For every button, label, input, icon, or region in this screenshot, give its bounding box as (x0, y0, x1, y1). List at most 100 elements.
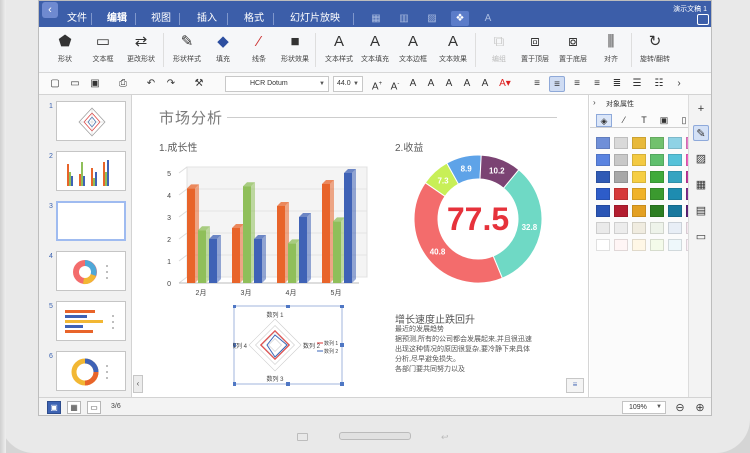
slide-thumbnail-1[interactable]: 1 (39, 99, 132, 145)
save-icon[interactable]: ▣ (87, 76, 103, 92)
normal-view-icon[interactable]: ▣ (47, 401, 61, 414)
color-swatch[interactable] (614, 188, 628, 200)
add-icon[interactable]: + (693, 101, 709, 117)
menu-view[interactable]: 视图 (151, 13, 171, 25)
collapse-panel-icon[interactable]: ‹ (133, 375, 143, 393)
color-swatch[interactable] (632, 222, 646, 234)
line-spacing-icon[interactable]: ☰ (629, 76, 645, 92)
slide-title[interactable]: 市场分析 (159, 107, 223, 128)
shape-style-button[interactable]: ✎ 形状样式 (167, 30, 207, 70)
revenue-section-title[interactable]: 2.收益 (395, 139, 423, 154)
slide-thumbnail-4[interactable]: 4 (39, 249, 132, 295)
color-swatch[interactable] (668, 239, 682, 251)
color-swatch[interactable] (632, 205, 646, 217)
color-swatch[interactable] (650, 188, 664, 200)
shape-effect-button[interactable]: ■ 形状效果 (275, 30, 315, 70)
color-swatch[interactable] (632, 239, 646, 251)
color-swatch[interactable] (614, 222, 628, 234)
text-effect-button[interactable]: A 文本效果 (433, 30, 473, 70)
color-swatch[interactable] (596, 188, 610, 200)
send-back-button[interactable]: ⧇ 置于底层 (553, 30, 593, 70)
image-tool-icon[interactable]: ▨ (423, 11, 441, 26)
font-family-select[interactable]: HCR Dotum ▼ (225, 76, 329, 92)
text-headline[interactable]: 增长速度止跌回升 (395, 311, 475, 326)
slide-canvas[interactable]: 市场分析 1.成长性 2.收益 0 1 2 3 4 5 2月 3月 4月 5月 32.8 40.8 7… (133, 95, 589, 397)
fill-button[interactable]: ◆ 填充 (203, 30, 243, 70)
rotate-button[interactable]: ↻ 旋转/翻转 (635, 30, 675, 70)
font-color-a-icon[interactable]: A (405, 76, 421, 92)
zoom-out-icon[interactable]: ⊖ (673, 401, 687, 415)
collapse-right-icon[interactable]: › (593, 98, 596, 107)
radar-chart[interactable]: 数列 1数列 2数列 3数列 4数列 1数列 2 (233, 305, 345, 387)
align-button[interactable]: ⫼ 对齐 (591, 30, 631, 70)
menu-edit[interactable]: 编辑 (107, 13, 127, 25)
color-swatch[interactable] (632, 188, 646, 200)
print-icon[interactable]: ⎙ (115, 76, 131, 92)
table-tool-icon[interactable]: ▦ (367, 11, 385, 26)
bar-chart[interactable]: 0 1 2 3 4 5 2月 3月 4月 5月 (153, 155, 383, 305)
format-painter-icon[interactable]: ⚒ (191, 76, 207, 92)
color-swatch[interactable] (596, 205, 610, 217)
color-swatch[interactable] (614, 171, 628, 183)
color-swatch[interactable] (668, 205, 682, 217)
chart-props-icon[interactable]: ▦ (693, 177, 709, 193)
color-swatch[interactable] (614, 205, 628, 217)
donut-chart[interactable]: 32.8 40.8 7.3 8.9 10.2 77.5 (403, 153, 553, 283)
color-swatch[interactable] (596, 171, 610, 183)
menu-format[interactable]: 格式 (244, 13, 264, 25)
textart-tool-icon[interactable]: A (479, 11, 497, 26)
comment-icon[interactable]: ▭ (693, 229, 709, 245)
color-swatch[interactable] (650, 222, 664, 234)
menu-slideshow[interactable]: 幻灯片放映 (290, 13, 340, 25)
device-menu-key[interactable] (297, 433, 308, 441)
restore-window-icon[interactable] (697, 14, 709, 25)
text-fill-button[interactable]: A 文本填充 (355, 30, 395, 70)
color-swatch[interactable] (614, 137, 628, 149)
font-color-icon[interactable]: A▾ (497, 76, 513, 92)
device-home-button[interactable] (339, 432, 411, 440)
shape-button[interactable]: ⬟ 形状 (45, 30, 85, 70)
shape-tool-icon[interactable]: ❖ (451, 11, 469, 26)
bring-front-button[interactable]: ⧈ 置于顶层 (515, 30, 555, 70)
slide-thumbnail-5[interactable]: 5 (39, 299, 132, 345)
color-swatch[interactable] (596, 154, 610, 166)
textbox-button[interactable]: ▭ 文本框 (83, 30, 123, 70)
zoom-in-icon[interactable]: ⊕ (693, 401, 707, 415)
image-props-icon[interactable]: ▨ (693, 151, 709, 167)
color-swatch[interactable] (632, 137, 646, 149)
redo-icon[interactable]: ↷ (163, 76, 179, 92)
text-style-button[interactable]: A 文本样式 (319, 30, 359, 70)
align-left-icon[interactable]: ≡ (529, 76, 545, 92)
text-border-button[interactable]: A 文本边框 (393, 30, 433, 70)
justify-icon[interactable]: ≡ (589, 76, 605, 92)
color-swatch[interactable] (668, 137, 682, 149)
format-shape-icon[interactable]: ✎ (693, 125, 709, 141)
color-swatch[interactable] (668, 154, 682, 166)
menu-insert[interactable]: 插入 (197, 13, 217, 25)
color-swatch[interactable] (614, 154, 628, 166)
slideshow-icon[interactable]: ▭ (87, 401, 101, 414)
growth-section-title[interactable]: 1.成长性 (159, 139, 197, 154)
align-center-icon[interactable]: ≡ (549, 76, 565, 92)
align-right-icon[interactable]: ≡ (569, 76, 585, 92)
undo-icon[interactable]: ↶ (143, 76, 159, 92)
color-swatch[interactable] (596, 137, 610, 149)
change-shape-button[interactable]: ⇄ 更改形状 (121, 30, 161, 70)
slide-thumbnail-2[interactable]: 2 (39, 149, 132, 195)
image-tab-icon[interactable]: ▣ (656, 114, 672, 127)
text-tab-icon[interactable]: T (636, 114, 652, 127)
menu-file[interactable]: 文件 (67, 13, 87, 25)
font-effect-a-icon[interactable]: A (423, 76, 439, 92)
color-swatch[interactable] (632, 171, 646, 183)
color-swatch[interactable] (632, 154, 646, 166)
distribute-icon[interactable]: ≣ (609, 76, 625, 92)
font-size-select[interactable]: 44.0 ▼ (333, 76, 363, 92)
slide-thumbnail-6[interactable]: 6 (39, 349, 132, 395)
color-swatch[interactable] (650, 171, 664, 183)
shrink-font-icon[interactable]: A- (387, 76, 403, 92)
open-folder-icon[interactable]: ▭ (67, 76, 83, 92)
table-props-icon[interactable]: ▤ (693, 203, 709, 219)
text-body[interactable]: 最近的发展趋势 据预测,所有的公司都会发展起来,并且很迅速 出现这种情况的原因很… (395, 325, 555, 375)
font-bold-a-icon[interactable]: A (477, 76, 493, 92)
new-file-icon[interactable]: ▢ (47, 76, 63, 92)
